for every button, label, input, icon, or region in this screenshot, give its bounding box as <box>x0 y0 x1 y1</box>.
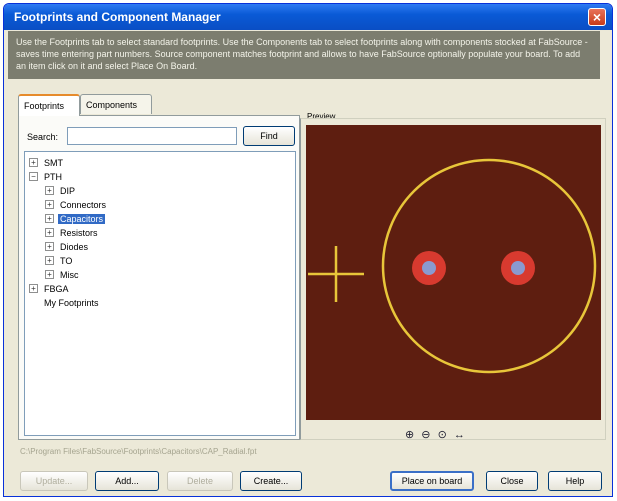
description-panel: Use the Footprints tab to select standar… <box>8 31 600 79</box>
expand-icon[interactable]: + <box>45 200 54 210</box>
tree-item-to[interactable]: + TO <box>45 253 74 267</box>
tree-item-fbga[interactable]: + FBGA <box>29 281 71 295</box>
tree-item-label: SMT <box>44 157 63 168</box>
update-button[interactable]: Update... <box>20 471 88 491</box>
delete-button-label: Delete <box>186 476 213 486</box>
tree-item-misc[interactable]: + Misc <box>45 267 81 281</box>
add-button[interactable]: Add... <box>95 471 159 491</box>
footprints-panel: Search: Find + SMT − PTH + DIP + Connectors … <box>18 115 300 440</box>
tab-components-label: Components <box>86 100 138 110</box>
expand-icon[interactable]: + <box>45 270 54 280</box>
tree-item-pth[interactable]: − PTH <box>29 169 64 183</box>
tree-item-label: Capacitors <box>58 213 106 224</box>
pad-1-drill <box>422 261 436 275</box>
tree-item-diodes[interactable]: + Diodes <box>45 239 90 253</box>
expand-icon[interactable]: + <box>29 158 38 168</box>
tree-item-dip[interactable]: + DIP <box>45 183 77 197</box>
tree-item-label: Diodes <box>60 241 89 252</box>
preview-background <box>306 125 601 420</box>
create-button-label: Create... <box>253 476 289 486</box>
place-on-board-button-label: Place on board <box>401 476 463 486</box>
tree-item-label: DIP <box>60 185 76 196</box>
find-button-label: Find <box>260 131 278 141</box>
tree-item-label: FBGA <box>44 283 69 294</box>
tab-footprints[interactable]: Footprints <box>18 94 80 116</box>
zoom-toolbar: ⊕ ⊖ ⊙ ↔ <box>405 428 469 442</box>
expand-icon[interactable]: + <box>45 214 54 224</box>
collapse-icon[interactable]: − <box>29 172 38 182</box>
zoom-out-icon[interactable]: ⊖ <box>421 429 430 441</box>
close-window-button[interactable]: × <box>588 8 606 26</box>
close-button-label: Close <box>500 476 524 486</box>
find-button[interactable]: Find <box>243 126 295 146</box>
zoom-fit-icon[interactable]: ⊙ <box>438 429 447 441</box>
tree-item-label: Resistors <box>60 227 98 238</box>
search-label: Search: <box>27 132 59 142</box>
add-button-label: Add... <box>115 476 139 486</box>
tab-footprints-label: Footprints <box>24 101 65 111</box>
help-button[interactable]: Help <box>548 471 602 491</box>
pad-2-drill <box>511 261 525 275</box>
window-title: Footprints and Component Manager <box>14 10 221 24</box>
create-button[interactable]: Create... <box>240 471 302 491</box>
update-button-label: Update... <box>35 476 73 486</box>
place-on-board-button[interactable]: Place on board <box>390 471 474 491</box>
tree-item-label: Connectors <box>60 199 107 210</box>
title-bar[interactable]: Footprints and Component Manager × <box>4 4 612 30</box>
tree-item-capacitors[interactable]: + Capacitors <box>45 211 106 225</box>
tree-item-connectors[interactable]: + Connectors <box>45 197 108 211</box>
zoom-in-icon[interactable]: ⊕ <box>405 429 414 441</box>
close-icon: × <box>592 9 602 25</box>
zoom-reset-icon[interactable]: ↔ <box>454 429 465 441</box>
tree-item-label: My Footprints <box>44 297 99 308</box>
delete-button[interactable]: Delete <box>167 471 233 491</box>
search-input[interactable] <box>67 127 237 145</box>
tree-item-label: Misc <box>60 269 79 280</box>
tree-item-label: TO <box>60 255 73 266</box>
close-button[interactable]: Close <box>486 471 538 491</box>
tab-components[interactable]: Components <box>80 94 152 114</box>
expand-icon[interactable]: + <box>45 256 54 266</box>
footprint-tree[interactable]: + SMT − PTH + DIP + Connectors + Capacitors +… <box>24 151 296 436</box>
expand-icon[interactable]: + <box>45 228 54 238</box>
expand-icon[interactable]: + <box>45 242 54 252</box>
tree-item-my-footprints[interactable]: My Footprints <box>42 295 101 309</box>
expand-icon[interactable]: + <box>45 186 54 196</box>
footprint-path-text: C:\Program Files\FabSource\Footprints\Ca… <box>20 447 257 456</box>
footprint-preview-canvas <box>306 125 601 420</box>
help-button-label: Help <box>565 476 585 486</box>
description-text: Use the Footprints tab to select standar… <box>16 37 588 71</box>
tree-item-smt[interactable]: + SMT <box>29 155 65 169</box>
tree-item-resistors[interactable]: + Resistors <box>45 225 100 239</box>
expand-icon[interactable]: + <box>29 284 38 294</box>
tree-item-label: PTH <box>44 171 62 182</box>
